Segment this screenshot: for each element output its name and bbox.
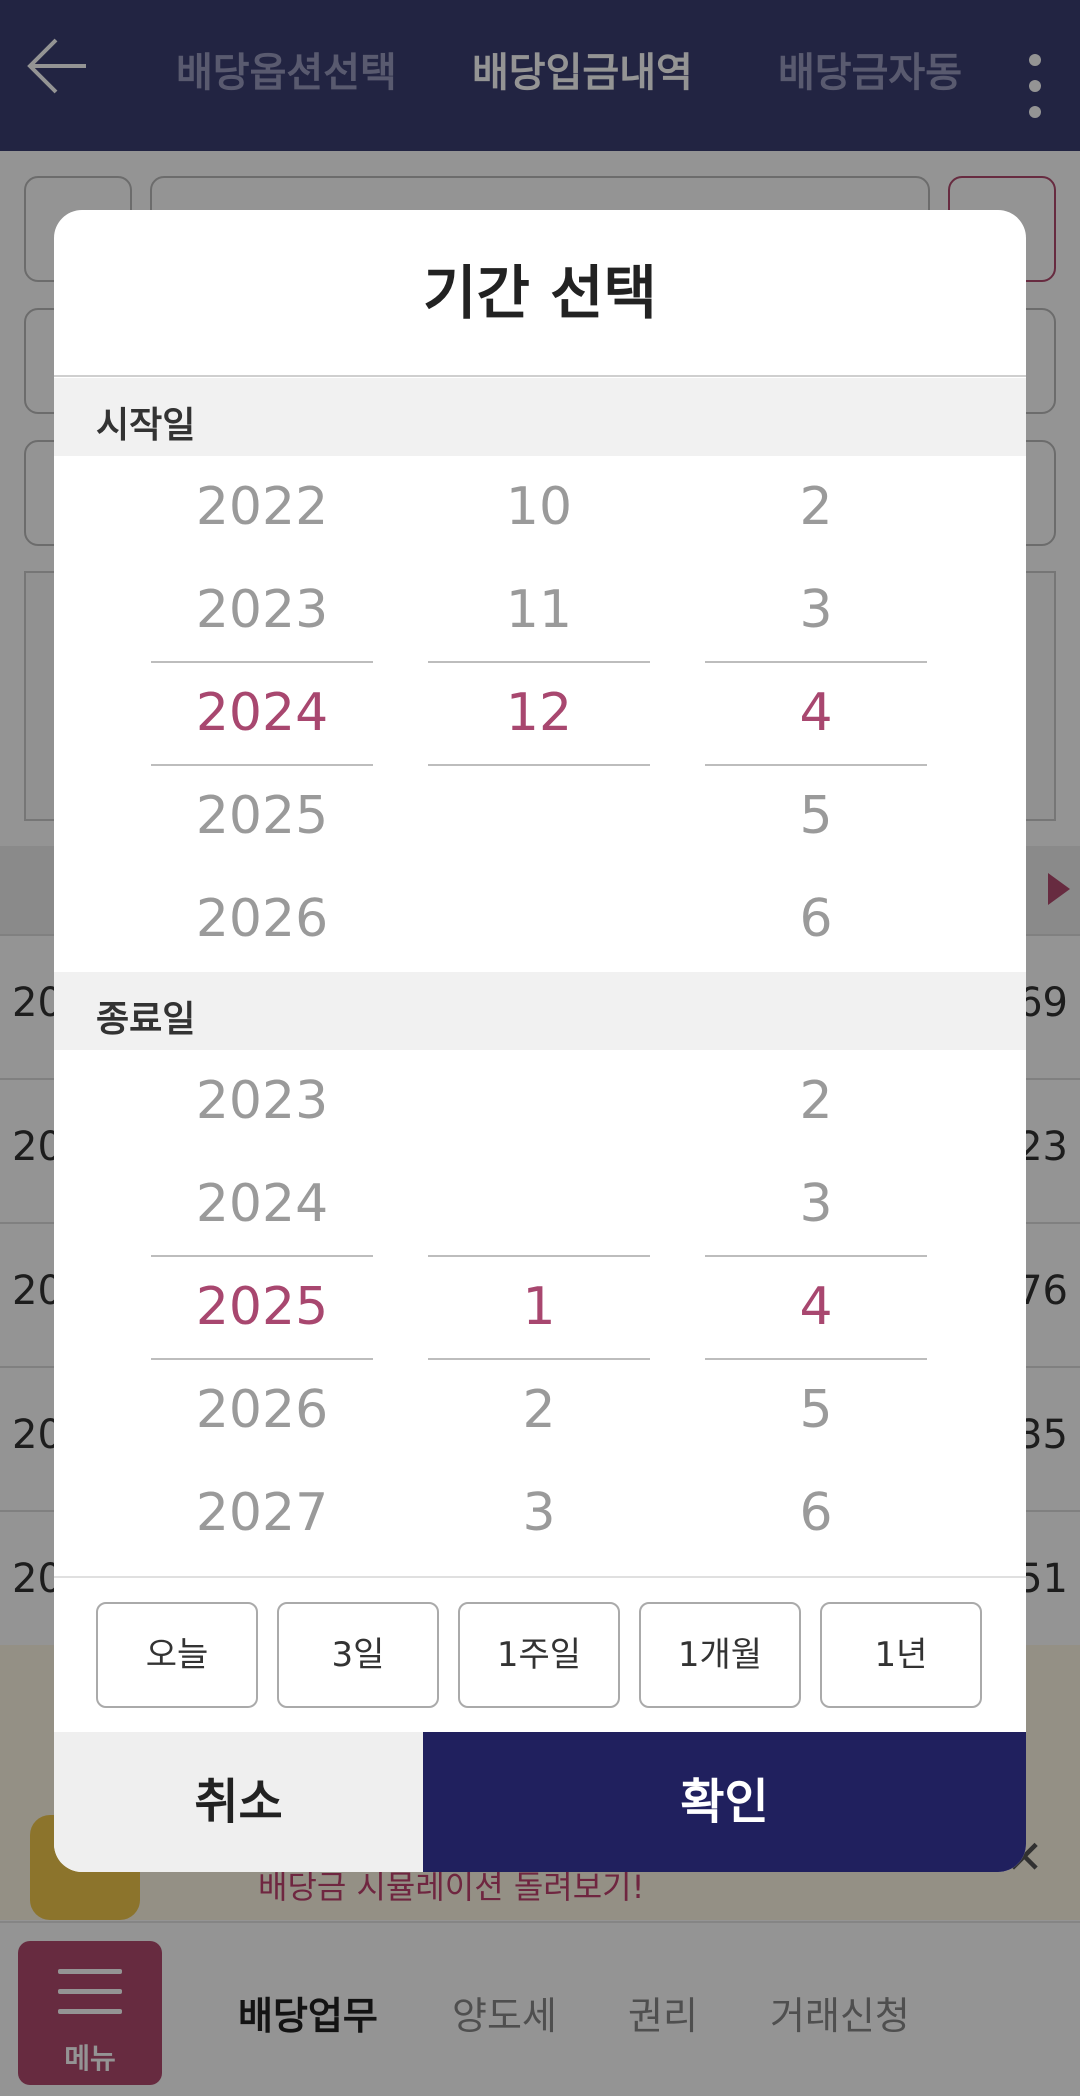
start-month-wheel[interactable]: 10 11 12 (428, 456, 650, 971)
confirm-button[interactable]: 확인 (423, 1732, 1026, 1872)
wheel-item[interactable]: 2027 (151, 1462, 373, 1565)
wheel-item[interactable]: 5 (705, 1359, 927, 1462)
quick-range-bar: 오늘 3일 1주일 1개월 1년 (54, 1576, 1026, 1731)
wheel-item[interactable]: 2 (705, 456, 927, 559)
end-date-header: 종료일 (54, 972, 1026, 1050)
wheel-item[interactable]: 2026 (151, 868, 373, 971)
wheel-item[interactable]: 3 (428, 1462, 650, 1565)
period-select-dialog: 기간 선택 시작일 2022 2023 2024 2025 2026 10 11… (54, 210, 1026, 1872)
end-month-wheel[interactable]: 1 2 3 (428, 1050, 650, 1565)
wheel-item[interactable]: 5 (705, 765, 927, 868)
wheel-item[interactable] (428, 1050, 650, 1153)
wheel-item[interactable]: 10 (428, 456, 650, 559)
selection-line (705, 764, 927, 766)
start-date-picker: 2022 2023 2024 2025 2026 10 11 12 2 3 4 … (54, 456, 1026, 971)
selection-line (428, 661, 650, 663)
quick-range-1year-button[interactable]: 1년 (820, 1602, 982, 1708)
selection-line (151, 1358, 373, 1360)
wheel-item[interactable] (428, 868, 650, 971)
wheel-item[interactable]: 11 (428, 559, 650, 662)
start-year-wheel[interactable]: 2022 2023 2024 2025 2026 (151, 456, 373, 971)
wheel-item[interactable]: 2024 (151, 1153, 373, 1256)
quick-range-1month-button[interactable]: 1개월 (639, 1602, 801, 1708)
selection-line (151, 764, 373, 766)
selection-line (151, 1255, 373, 1257)
selection-line (151, 661, 373, 663)
selection-line (428, 1255, 650, 1257)
start-day-wheel[interactable]: 2 3 4 5 6 (705, 456, 927, 971)
wheel-item[interactable]: 2025 (151, 765, 373, 868)
wheel-item[interactable]: 2 (705, 1050, 927, 1153)
wheel-item[interactable]: 2023 (151, 559, 373, 662)
selection-line (705, 661, 927, 663)
cancel-button[interactable]: 취소 (54, 1732, 423, 1872)
wheel-item[interactable] (428, 765, 650, 868)
end-year-wheel[interactable]: 2023 2024 2025 2026 2027 (151, 1050, 373, 1565)
start-date-label: 시작일 (96, 405, 196, 446)
quick-range-today-button[interactable]: 오늘 (96, 1602, 258, 1708)
wheel-item-selected[interactable]: 4 (705, 662, 927, 765)
wheel-item[interactable]: 2022 (151, 456, 373, 559)
quick-range-1week-button[interactable]: 1주일 (458, 1602, 620, 1708)
end-date-label: 종료일 (96, 999, 196, 1040)
wheel-item[interactable]: 2026 (151, 1359, 373, 1462)
quick-range-3days-button[interactable]: 3일 (277, 1602, 439, 1708)
wheel-item[interactable] (428, 1153, 650, 1256)
wheel-item[interactable]: 2 (428, 1359, 650, 1462)
selection-line (705, 1255, 927, 1257)
selection-line (428, 764, 650, 766)
wheel-item[interactable]: 3 (705, 559, 927, 662)
dialog-title: 기간 선택 (54, 210, 1026, 377)
wheel-item-selected[interactable]: 2024 (151, 662, 373, 765)
end-day-wheel[interactable]: 2 3 4 5 6 (705, 1050, 927, 1565)
wheel-item-selected[interactable]: 4 (705, 1256, 927, 1359)
wheel-item[interactable]: 6 (705, 1462, 927, 1565)
start-date-header: 시작일 (54, 378, 1026, 456)
wheel-item-selected[interactable]: 2025 (151, 1256, 373, 1359)
wheel-item[interactable]: 3 (705, 1153, 927, 1256)
selection-line (705, 1358, 927, 1360)
wheel-item[interactable]: 6 (705, 868, 927, 971)
selection-line (428, 1358, 650, 1360)
wheel-item-selected[interactable]: 1 (428, 1256, 650, 1359)
wheel-item[interactable]: 2023 (151, 1050, 373, 1153)
end-date-picker: 2023 2024 2025 2026 2027 1 2 3 2 3 4 5 6 (54, 1050, 1026, 1565)
wheel-item-selected[interactable]: 12 (428, 662, 650, 765)
